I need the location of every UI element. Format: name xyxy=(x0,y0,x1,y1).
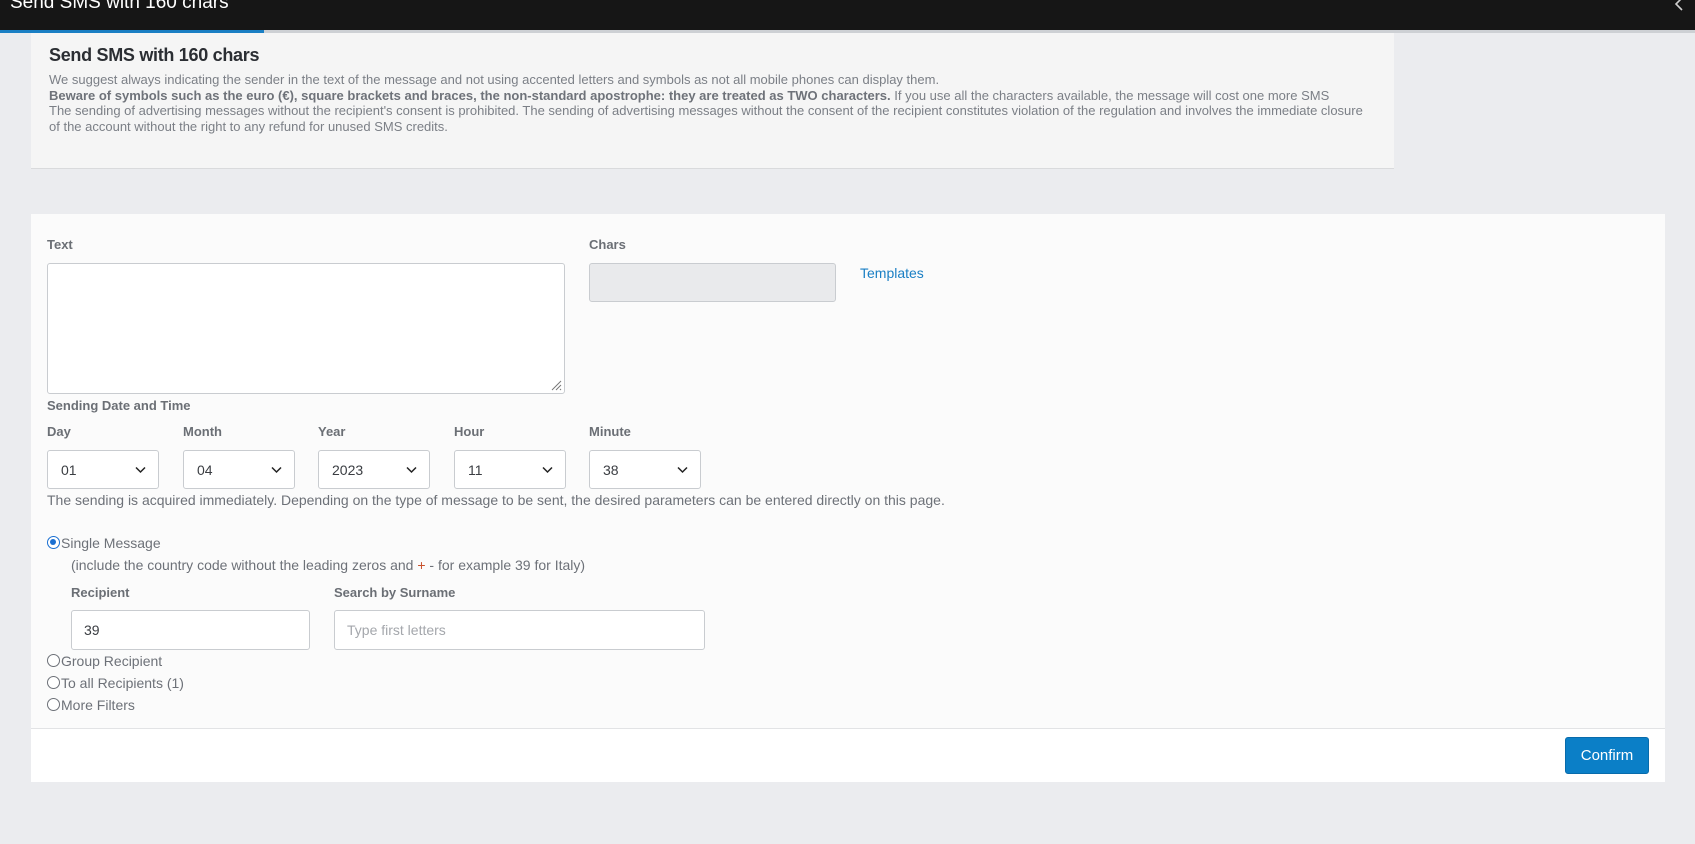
search-surname-placeholder: Type first letters xyxy=(347,622,446,638)
month-select[interactable]: 04 xyxy=(183,450,295,489)
form-footer xyxy=(31,728,1665,782)
day-label: Day xyxy=(47,424,71,439)
window-title: Send SMS with 160 chars xyxy=(10,0,229,13)
minute-select[interactable]: 38 xyxy=(589,450,701,489)
info-warning-rest: If you use all the characters available,… xyxy=(890,87,1330,103)
country-hint-plus: + xyxy=(417,557,426,573)
info-sender-note: We suggest always indicating the sender … xyxy=(49,72,940,87)
resize-grip-icon[interactable] xyxy=(550,379,562,391)
chars-label: Chars xyxy=(589,237,626,252)
search-surname-label: Search by Surname xyxy=(334,585,456,600)
chevron-down-icon xyxy=(271,466,282,474)
info-panel: Send SMS with 160 chars We suggest alway… xyxy=(31,33,1394,169)
all-recipients-radio[interactable] xyxy=(47,676,60,689)
recipient-label: Recipient xyxy=(71,585,130,600)
search-surname-input[interactable]: Type first letters xyxy=(334,610,705,650)
group-recipient-label[interactable]: Group Recipient xyxy=(61,653,162,669)
info-advertising-note: The sending of advertising messages with… xyxy=(49,103,1363,134)
more-filters-label[interactable]: More Filters xyxy=(61,697,135,713)
text-label: Text xyxy=(47,237,73,252)
all-recipients-label[interactable]: To all Recipients (1) xyxy=(61,675,184,691)
templates-link[interactable]: Templates xyxy=(860,265,924,281)
minute-value: 38 xyxy=(603,462,619,478)
chars-counter-field xyxy=(589,263,836,302)
recipient-input[interactable]: 39 xyxy=(71,610,310,650)
single-message-label[interactable]: Single Message xyxy=(61,535,161,551)
message-textarea[interactable] xyxy=(47,263,565,394)
recipient-value: 39 xyxy=(84,622,100,638)
day-select[interactable]: 01 xyxy=(47,450,159,489)
info-warning-bold: Beware of symbols such as the euro (€), … xyxy=(49,87,891,103)
top-bar: Send SMS with 160 chars xyxy=(0,0,1695,30)
month-label: Month xyxy=(183,424,222,439)
chevron-down-icon xyxy=(677,466,688,474)
year-value: 2023 xyxy=(332,462,364,478)
sending-datetime-label: Sending Date and Time xyxy=(47,398,191,413)
single-message-radio[interactable] xyxy=(47,536,60,549)
year-label: Year xyxy=(318,424,346,439)
info-warning: Beware of symbols such as the euro (€), … xyxy=(49,88,1376,104)
group-recipient-radio[interactable] xyxy=(47,654,60,667)
minute-label: Minute xyxy=(589,424,631,439)
month-value: 04 xyxy=(197,462,213,478)
day-value: 01 xyxy=(61,462,77,478)
sending-note: The sending is acquired immediately. Dep… xyxy=(47,492,945,508)
chevron-down-icon xyxy=(406,466,417,474)
chevron-down-icon xyxy=(542,466,553,474)
more-filters-radio[interactable] xyxy=(47,698,60,711)
year-select[interactable]: 2023 xyxy=(318,450,430,489)
hour-value: 11 xyxy=(468,462,483,478)
confirm-button[interactable]: Confirm xyxy=(1565,737,1649,774)
country-hint-after: - for example 39 for Italy) xyxy=(425,557,586,573)
country-hint-before: (include the country code without the le… xyxy=(71,557,418,573)
hour-select[interactable]: 11 xyxy=(454,450,566,489)
hour-label: Hour xyxy=(454,424,485,439)
info-title: Send SMS with 160 chars xyxy=(49,45,260,65)
chevron-left-icon[interactable] xyxy=(1671,0,1687,12)
country-code-hint: (include the country code without the le… xyxy=(71,557,585,573)
chevron-down-icon xyxy=(135,466,146,474)
